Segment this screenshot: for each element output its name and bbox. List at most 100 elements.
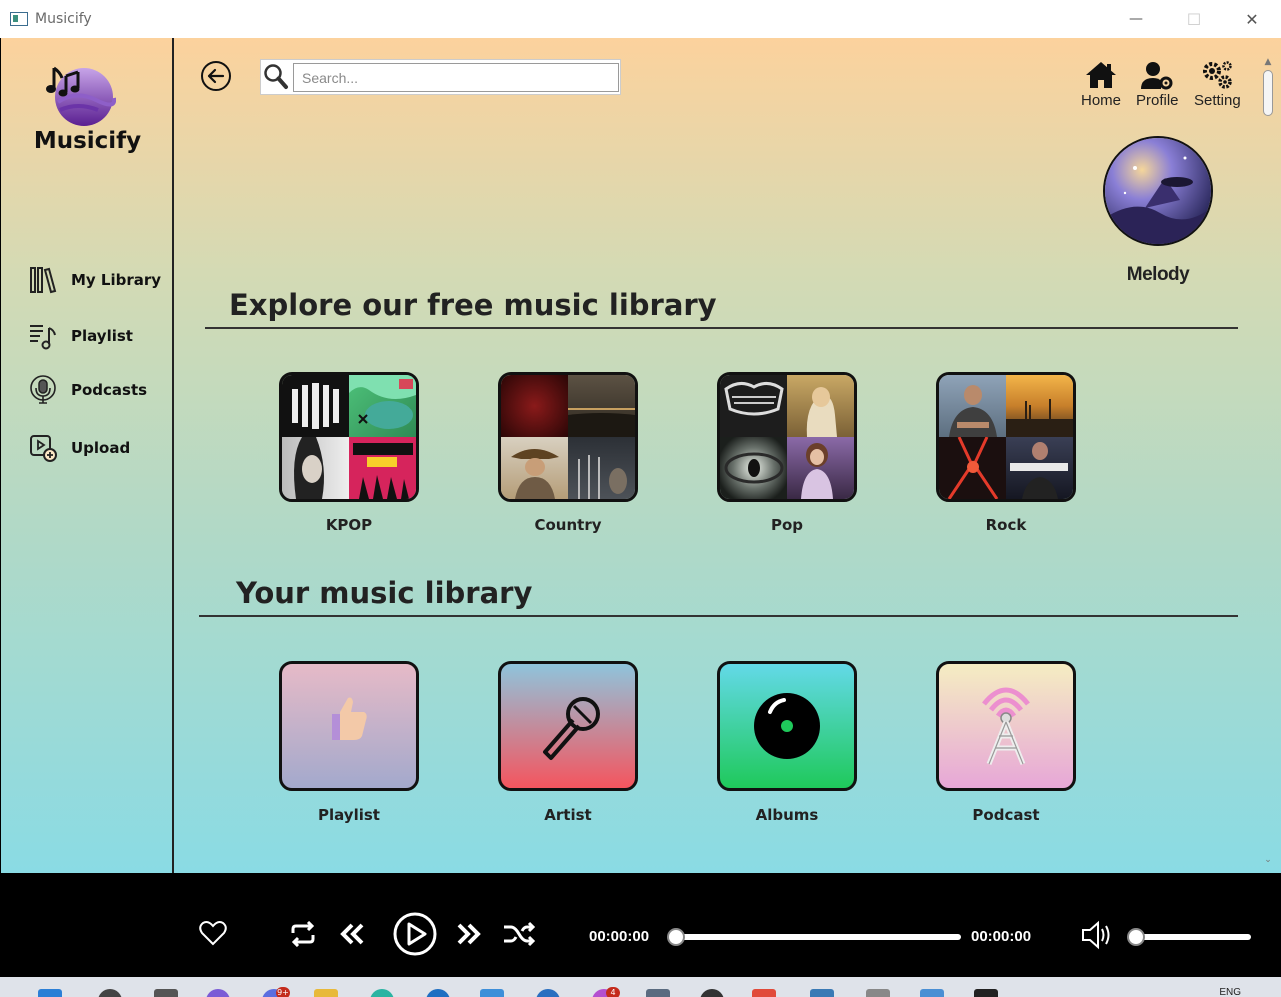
upload-icon [27,432,59,464]
play-icon[interactable] [392,911,438,957]
section-divider [199,615,1238,617]
current-time: 00:00:00 [589,928,650,945]
avatar-image [1105,138,1211,244]
vinyl-disc-icon [754,693,820,759]
heart-icon[interactable] [199,920,227,946]
app-icon-dark[interactable] [700,989,724,997]
progress-slider[interactable] [676,934,961,940]
genre-label: KPOP [325,516,373,534]
volume-knob[interactable] [1127,928,1145,946]
genre-tile-country[interactable] [498,372,638,502]
avatar[interactable] [1103,136,1213,246]
profile-name: Melody [1126,264,1190,285]
chat-icon[interactable] [206,989,230,997]
scroll-up-icon[interactable]: ▲ [1261,56,1275,68]
next-icon[interactable] [455,921,483,947]
window-title: Musicify [35,11,92,27]
sidebar-item-podcasts[interactable]: Podcasts [27,374,147,406]
repeat-icon[interactable] [288,921,318,947]
nav-profile[interactable]: Profile [1136,60,1179,109]
user-gear-icon [1141,62,1173,90]
progress-knob[interactable] [667,928,685,946]
search-input[interactable] [293,63,619,92]
sidebar-item-label: Podcasts [71,381,148,399]
notification-badge: 4 [606,987,620,997]
search-bar [260,59,621,95]
genre-tile-rock[interactable] [936,372,1076,502]
sidebar-item-my-library[interactable]: My Library [27,264,161,296]
player-bar: 00:00:00 00:00:00 [0,873,1281,977]
sidebar-item-label: Playlist [71,327,133,345]
browser-icon[interactable] [370,989,394,997]
app-icon-terminal[interactable] [974,989,998,997]
search-icon[interactable] [263,63,289,91]
file-explorer-icon[interactable] [314,989,338,997]
os-taskbar: 9+ 4 ENG [0,977,1281,997]
scroll-thumb[interactable] [1263,70,1273,116]
nav-setting[interactable]: Setting [1194,60,1241,109]
microphone-icon [543,697,600,760]
back-arrow-icon[interactable] [200,60,232,92]
sidebar-item-label: My Library [71,271,162,289]
start-icon[interactable] [38,989,62,997]
sidebar-item-playlist[interactable]: Playlist [27,320,133,352]
genre-label: Pop [770,516,804,534]
language-indicator[interactable]: ENG [1219,987,1241,997]
library-icon [27,264,59,296]
playlist-icon [27,320,59,352]
app-window: Musicify My Library Playlist Podcasts Up… [1,38,1281,873]
sidebar: Musicify My Library Playlist Podcasts Up… [1,38,174,873]
notification-badge: 9+ [276,987,290,997]
home-icon [1086,62,1116,88]
gears-icon [1203,61,1233,89]
minimize-button[interactable]: — [1107,0,1165,38]
genre-label: Rock [985,516,1027,534]
calendar-icon[interactable] [920,989,944,997]
library-tile-artist[interactable] [498,661,638,791]
library-label: Playlist [318,806,380,824]
thumbs-up-icon [332,697,367,740]
explore-section-title: Explore our free music library [229,288,717,322]
edge-icon[interactable] [426,989,450,997]
sidebar-item-label: Upload [71,439,131,457]
previous-icon[interactable] [338,921,366,947]
volume-icon[interactable] [1080,920,1112,950]
library-label: Artist [544,806,592,824]
store-icon[interactable] [480,989,504,997]
podcast-mic-icon [27,374,59,406]
section-divider [205,327,1238,329]
nav-profile-label: Profile [1136,92,1179,109]
brand-name: Musicify [33,128,142,154]
library-tile-playlist[interactable] [279,661,419,791]
nav-home[interactable]: Home [1081,60,1121,109]
search-taskbar-icon[interactable] [98,989,122,997]
main-content: Home Profile Setting M [176,38,1281,873]
total-time: 00:00:00 [971,928,1032,945]
volume-slider[interactable] [1136,934,1251,940]
musicify-taskbar-icon[interactable] [752,989,776,997]
app-icon [10,12,28,26]
app-icon-gray[interactable] [646,989,670,997]
nav-home-label: Home [1081,92,1122,109]
maximize-button[interactable]: ☐ [1165,0,1223,38]
library-label: Albums [755,806,819,824]
shuffle-icon[interactable] [503,921,535,947]
app-icon-blue[interactable] [536,989,560,997]
app-icon-ide[interactable] [810,989,834,997]
vertical-scrollbar[interactable]: ▲ ⌄ [1261,56,1275,866]
scroll-down-icon[interactable]: ⌄ [1261,854,1275,866]
library-section-title: Your music library [236,576,533,610]
task-view-icon[interactable] [154,989,178,997]
genre-tile-kpop[interactable] [279,372,419,502]
sidebar-item-upload[interactable]: Upload [27,432,130,464]
library-label: Podcast [972,806,1040,824]
app-icon-tools[interactable] [866,989,890,997]
genre-label: Country [534,516,602,534]
nav-setting-label: Setting [1194,92,1241,109]
close-button[interactable]: ✕ [1223,0,1281,38]
library-tile-albums[interactable] [717,661,857,791]
library-tile-podcast[interactable] [936,661,1076,791]
musicify-logo-icon [46,66,116,126]
window-titlebar: Musicify — ☐ ✕ [0,0,1281,38]
genre-tile-pop[interactable] [717,372,857,502]
